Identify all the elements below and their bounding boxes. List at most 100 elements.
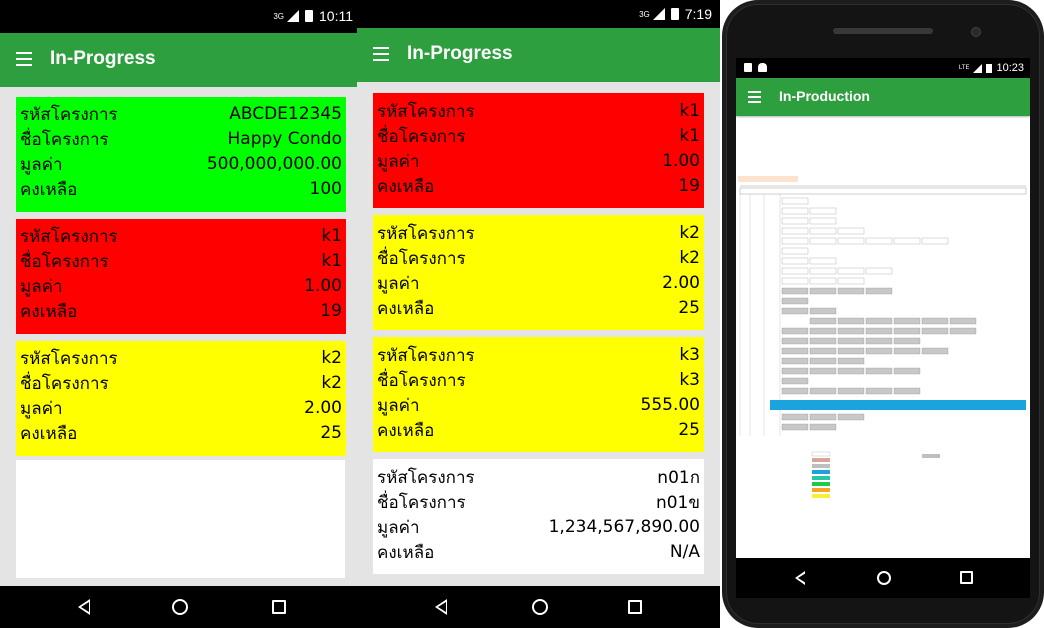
- project-card[interactable]: รหัสโครงการ k2 ชื่อโครงการ k2 มูลค่า 2.00 คงเห…: [373, 215, 704, 330]
- field-label: คงเหลือ: [377, 176, 435, 197]
- page-title: In-Progress: [50, 48, 156, 69]
- production-schedule-sheet: [738, 176, 1027, 498]
- project-card[interactable]: รหัสโครงการ n01ก ชื่อโครงการ n01ข มูลค่า 1,23…: [373, 459, 704, 574]
- field-label: คงเหลือ: [20, 423, 78, 444]
- card-row: มูลค่า 2.00: [377, 271, 700, 295]
- status-bar: 3G 10:11: [0, 0, 361, 33]
- field-label: คงเหลือ: [20, 301, 78, 322]
- phone-screen-2: 3G 7:19 In-Progress รหัสโครงการ k1 ชื่อโคร…: [357, 0, 720, 628]
- field-label: คงเหลือ: [20, 179, 78, 200]
- field-value: k1: [321, 251, 342, 271]
- status-bar: LTE 10:23: [736, 58, 1030, 78]
- card-row: คงเหลือ 25: [377, 296, 700, 320]
- card-row: มูลค่า 500,000,000.00: [20, 152, 342, 176]
- recents-icon[interactable]: [960, 571, 973, 584]
- back-icon[interactable]: [795, 571, 806, 585]
- card-row: มูลค่า 555.00: [377, 393, 700, 417]
- card-row: ชื่อโครงการ k1: [377, 124, 700, 148]
- field-label: คงเหลือ: [377, 298, 435, 319]
- field-label: รหัสโครงการ: [20, 226, 118, 247]
- field-value: k1: [679, 126, 700, 146]
- field-value: n01ข: [655, 492, 700, 513]
- field-value: k2: [321, 348, 342, 368]
- phone-screen-1: 3G 10:11 In-Progress รหัสโครงการ ABCDE123…: [0, 0, 361, 628]
- field-label: ชื่อโครงการ: [377, 492, 466, 513]
- speaker-grille: [833, 28, 933, 34]
- menu-icon[interactable]: [373, 47, 389, 61]
- project-card[interactable]: รหัสโครงการ ABCDE12345 ชื่อโครงการ Happy Co…: [16, 97, 346, 212]
- card-row: มูลค่า 1.00: [20, 274, 342, 298]
- field-label: มูลค่า: [377, 273, 420, 294]
- recents-icon[interactable]: [272, 600, 286, 614]
- card-row: รหัสโครงการ ABCDE12345: [20, 102, 342, 126]
- card-row: คงเหลือ 25: [20, 421, 342, 445]
- phone-screen-3: LTE 10:23 In-Production: [736, 58, 1030, 598]
- field-value: 1.00: [662, 151, 700, 171]
- project-card[interactable]: รหัสโครงการ k3 ชื่อโครงการ k3 มูลค่า 555.00 คง…: [373, 337, 704, 452]
- android-icon: [758, 63, 767, 72]
- field-label: ชื่อโครงการ: [377, 248, 466, 269]
- card-row: รหัสโครงการ k1: [377, 99, 700, 123]
- project-card[interactable]: รหัสโครงการ k2 ชื่อโครงการ k2 มูลค่า 2.00 คงเห…: [16, 341, 346, 456]
- battery-icon: [305, 10, 313, 22]
- field-value: k3: [679, 345, 700, 365]
- signal-icon: [652, 8, 665, 20]
- battery-icon: [670, 8, 679, 20]
- field-label: มูลค่า: [20, 398, 63, 419]
- network-type: 3G: [639, 9, 650, 19]
- field-value: 19: [320, 301, 342, 321]
- field-label: ชื่อโครงการ: [20, 373, 109, 394]
- field-label: รหัสโครงการ: [377, 101, 475, 122]
- field-value: 25: [678, 298, 700, 318]
- card-row: รหัสโครงการ k3: [377, 343, 700, 367]
- app-bar: In-Progress: [0, 33, 361, 87]
- field-label: ชื่อโครงการ: [20, 129, 109, 150]
- field-label: รหัสโครงการ: [377, 345, 475, 366]
- card-row: ชื่อโครงการ k2: [20, 371, 342, 395]
- field-label: ชื่อโครงการ: [20, 251, 109, 272]
- battery-icon: [986, 63, 993, 73]
- app-bar: In-Production: [736, 78, 1030, 116]
- field-value: k2: [679, 248, 700, 268]
- card-row: ชื่อโครงการ k3: [377, 368, 700, 392]
- page-title: In-Progress: [407, 43, 513, 64]
- card-row: รหัสโครงการ n01ก: [377, 465, 700, 489]
- field-label: มูลค่า: [377, 517, 420, 538]
- field-value: N/A: [669, 542, 700, 562]
- card-row: คงเหลือ N/A: [377, 540, 700, 564]
- field-label: คงเหลือ: [377, 420, 435, 441]
- menu-icon[interactable]: [16, 52, 32, 66]
- project-card[interactable]: รหัสโครงการ k1 ชื่อโครงการ k1 มูลค่า 1.00 คงเห…: [373, 93, 704, 208]
- production-document-view[interactable]: [736, 118, 1030, 558]
- field-label: คงเหลือ: [377, 542, 435, 563]
- network-type: 3G: [273, 11, 284, 21]
- project-list: รหัสโครงการ k1 ชื่อโครงการ k1 มูลค่า 1.00 คงเห…: [357, 82, 720, 586]
- menu-icon[interactable]: [748, 91, 761, 103]
- field-value: k1: [679, 101, 700, 121]
- project-card[interactable]: รหัสโครงการ k1 ชื่อโครงการ k1 มูลค่า 1.00 คงเห…: [16, 219, 346, 334]
- network-type: LTE: [958, 65, 970, 71]
- project-list: รหัสโครงการ ABCDE12345 ชื่อโครงการ Happy Co…: [0, 87, 361, 586]
- field-value: k1: [321, 226, 342, 246]
- home-icon[interactable]: [172, 599, 188, 615]
- field-label: มูลค่า: [20, 154, 63, 175]
- recents-icon[interactable]: [628, 600, 642, 614]
- field-value: 100: [309, 179, 342, 199]
- nav-bar: [736, 558, 1030, 598]
- field-value: 500,000,000.00: [206, 154, 342, 174]
- back-icon[interactable]: [78, 599, 90, 615]
- signal-icon: [973, 63, 983, 73]
- card-row: รหัสโครงการ k1: [20, 224, 342, 248]
- field-label: มูลค่า: [377, 151, 420, 172]
- back-icon[interactable]: [435, 599, 447, 615]
- field-value: k3: [679, 370, 700, 390]
- page-title: In-Production: [779, 88, 870, 104]
- field-label: ชื่อโครงการ: [377, 370, 466, 391]
- card-row: ชื่อโครงการ n01ข: [377, 490, 700, 514]
- field-label: รหัสโครงการ: [377, 467, 475, 488]
- status-time: 10:11: [319, 8, 353, 24]
- field-label: รหัสโครงการ: [20, 348, 118, 369]
- field-value: 555.00: [640, 395, 700, 415]
- home-icon[interactable]: [877, 571, 891, 585]
- home-icon[interactable]: [532, 599, 548, 615]
